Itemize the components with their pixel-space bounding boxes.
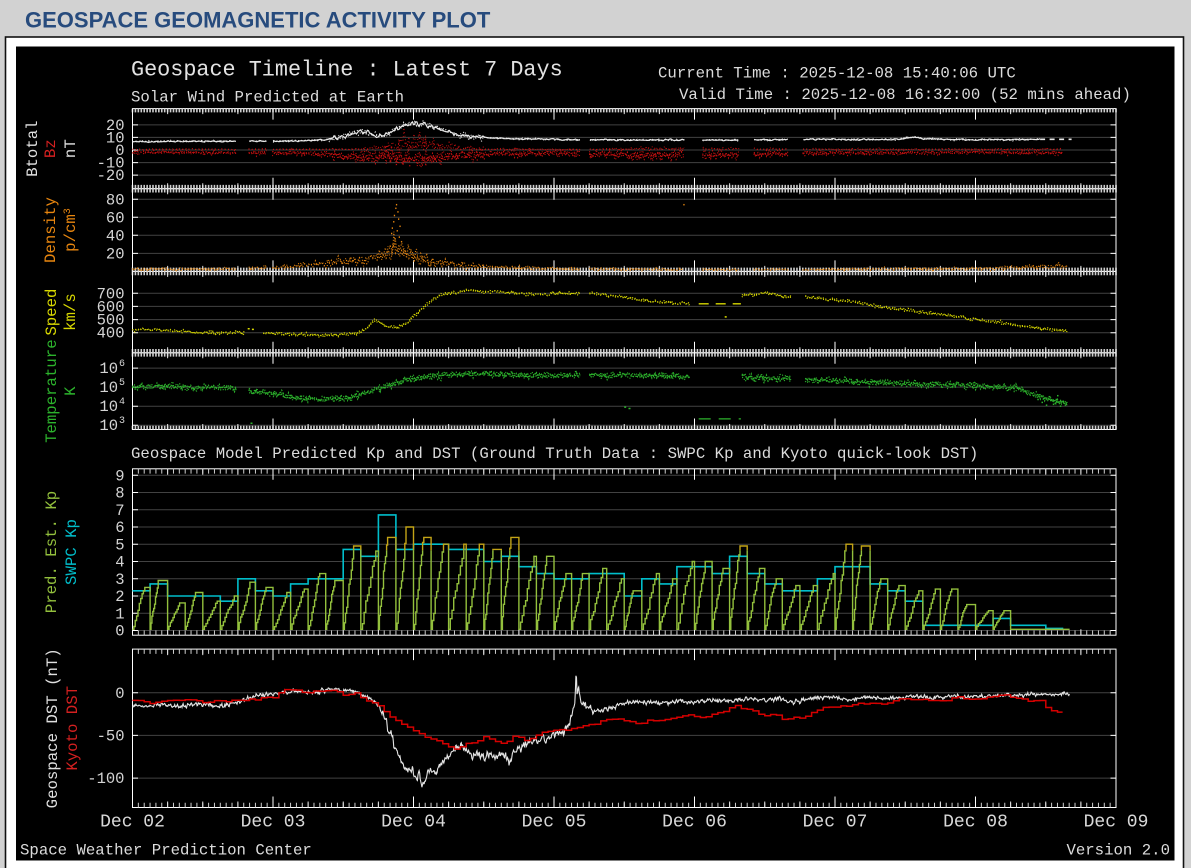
svg-text:Pred. Est. Kp: Pred. Est. Kp [43,491,61,613]
svg-text:8: 8 [115,485,124,503]
svg-text:-100: -100 [87,770,124,788]
svg-text:400: 400 [97,325,125,343]
svg-text:40: 40 [106,227,125,245]
svg-text:GEOSPACE GEOMAGNETIC ACTIVITY: GEOSPACE GEOMAGNETIC ACTIVITY PLOT [25,8,491,33]
svg-text:4: 4 [115,554,124,572]
svg-text:2: 2 [115,588,124,606]
svg-text:Current Time : 2025-12-08 15:4: Current Time : 2025-12-08 15:40:06 UTC [658,65,1016,83]
svg-text:km/s: km/s [62,293,80,331]
svg-text:Dec 09: Dec 09 [1084,813,1149,833]
svg-text:Bz: Bz [42,139,60,158]
svg-text:Density: Density [42,197,60,263]
svg-text:Dec 04: Dec 04 [381,813,446,833]
svg-text:nT: nT [62,139,80,158]
svg-text:10: 10 [99,379,118,397]
svg-text:Space Weather Prediction Cente: Space Weather Prediction Center [20,842,312,860]
svg-text:Dec 05: Dec 05 [522,813,587,833]
svg-text:80: 80 [106,191,125,209]
svg-text:Version 2.0: Version 2.0 [1066,842,1170,860]
svg-text:Geospace Timeline : Latest 7 D: Geospace Timeline : Latest 7 Days [131,58,563,83]
svg-text:7: 7 [115,502,124,520]
svg-text:Geospace Model Predicted Kp an: Geospace Model Predicted Kp and DST (Gro… [131,445,978,463]
svg-text:3: 3 [115,571,124,589]
svg-text:SWPC Kp: SWPC Kp [63,519,81,585]
svg-text:10: 10 [99,398,118,416]
svg-text:Dec 06: Dec 06 [662,813,727,833]
svg-text:20: 20 [106,245,125,263]
svg-text:60: 60 [106,209,125,227]
svg-text:Solar Wind Predicted at Earth: Solar Wind Predicted at Earth [131,89,404,107]
svg-text:-50: -50 [97,727,125,745]
svg-text:Dec 08: Dec 08 [943,813,1008,833]
svg-text:Dec 02: Dec 02 [100,813,165,833]
svg-text:Speed: Speed [43,289,61,336]
svg-text:K: K [62,386,80,396]
svg-text:10: 10 [99,360,118,378]
svg-text:Geospace DST (nT): Geospace DST (nT) [44,648,62,808]
svg-text:0: 0 [115,623,124,641]
svg-text:9: 9 [115,467,124,485]
svg-text:Btotal: Btotal [24,120,42,176]
svg-text:5: 5 [115,536,124,554]
svg-text:Dec 03: Dec 03 [241,813,306,833]
svg-text:3: 3 [119,416,125,427]
svg-text:Dec 07: Dec 07 [803,813,868,833]
svg-text:Temperature: Temperature [43,339,61,443]
svg-text:5: 5 [119,378,125,389]
svg-text:0: 0 [115,685,124,703]
svg-text:6: 6 [119,359,125,370]
svg-text:6: 6 [115,519,124,537]
svg-text:10: 10 [99,417,118,435]
svg-text:Kyoto DST: Kyoto DST [64,686,82,771]
svg-text:-20: -20 [97,167,125,185]
svg-text:p/cm3: p/cm3 [62,208,80,252]
svg-text:Valid Time : 2025-12-08 16:32:: Valid Time : 2025-12-08 16:32:00 (52 min… [679,86,1131,104]
svg-text:4: 4 [119,397,125,408]
svg-text:1: 1 [115,605,124,623]
